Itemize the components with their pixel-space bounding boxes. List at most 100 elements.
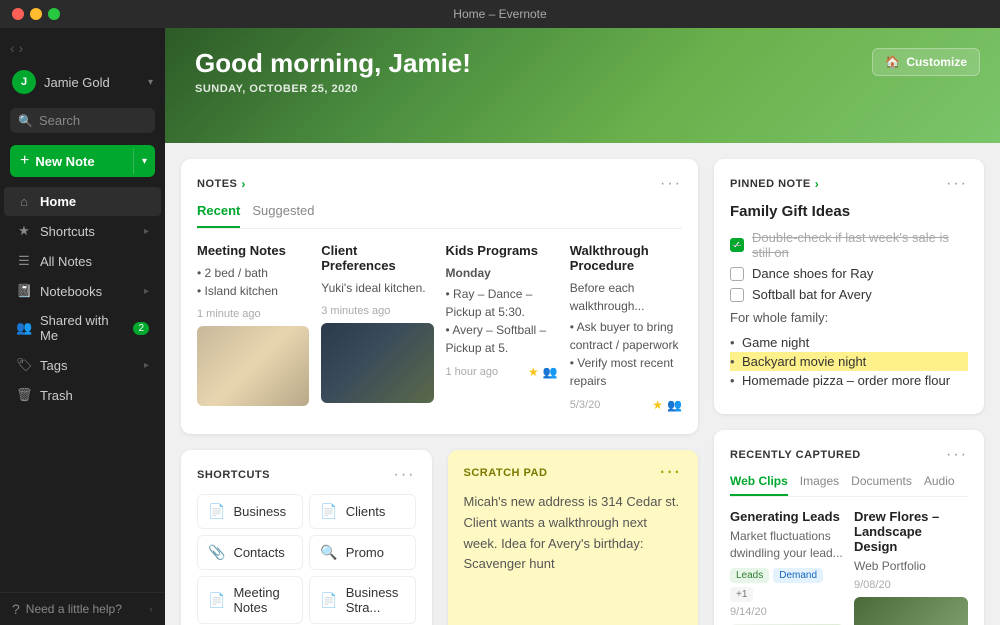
minimize-button[interactable] bbox=[30, 8, 42, 20]
rc-item-leads[interactable]: Generating Leads Market fluctuations dwi… bbox=[730, 509, 844, 625]
content-area: NOTES › ··· Recent Suggested Meeting Not… bbox=[165, 143, 1000, 625]
forward-arrow[interactable]: › bbox=[19, 40, 24, 56]
checkbox-item-2[interactable]: Softball bat for Avery bbox=[730, 287, 968, 302]
user-row[interactable]: J Jamie Gold ▾ bbox=[0, 64, 165, 100]
pinned-note-title: PINNED NOTE › bbox=[730, 177, 819, 191]
shortcuts-menu-button[interactable]: ··· bbox=[394, 466, 416, 484]
search-icon: 🔍 bbox=[18, 114, 33, 128]
tab-recent[interactable]: Recent bbox=[197, 203, 240, 228]
rc-item-title-leads: Generating Leads bbox=[730, 509, 844, 524]
sidebar-item-home[interactable]: ⌂ Home bbox=[4, 187, 161, 216]
shortcuts-card-title: SHORTCUTS bbox=[197, 469, 270, 481]
bullet-item-2: Homemade pizza – order more flour bbox=[730, 371, 968, 390]
search-label: Search bbox=[39, 113, 80, 128]
checkbox-item-1[interactable]: Dance shoes for Ray bbox=[730, 266, 968, 281]
rc-item-title-landscape: Drew Flores – Landscape Design bbox=[854, 509, 968, 554]
search-box[interactable]: 🔍 Search bbox=[10, 108, 155, 133]
shortcut-icon-meeting: 📄 bbox=[208, 592, 225, 609]
star-icon: ★ bbox=[528, 365, 539, 379]
sidebar-label-all-notes: All Notes bbox=[40, 254, 92, 269]
sidebar-item-shortcuts[interactable]: ★ Shortcuts ▸ bbox=[4, 216, 161, 246]
tab-suggested[interactable]: Suggested bbox=[252, 203, 314, 228]
sidebar-label-notebooks: Notebooks bbox=[40, 284, 102, 299]
note-card-client[interactable]: Client Preferences Yuki's ideal kitchen.… bbox=[321, 243, 433, 418]
scratch-pad-card[interactable]: SCRATCH PAD ··· Micah's new address is 3… bbox=[448, 450, 699, 625]
star-icon-2: ★ bbox=[652, 398, 663, 412]
note-meta-walkthrough: 5/3/20 ★ 👥 bbox=[570, 398, 682, 412]
help-chevron-icon: ‹ bbox=[150, 604, 153, 615]
notebooks-arrow-icon: ▸ bbox=[144, 286, 149, 297]
sidebar-item-shared[interactable]: 👥 Shared with Me 2 bbox=[4, 306, 161, 350]
note-body-client: Yuki's ideal kitchen. bbox=[321, 279, 433, 297]
rc-tabs: Web Clips Images Documents Audio bbox=[730, 474, 968, 497]
username: Jamie Gold bbox=[44, 75, 140, 90]
checkbox-item-0[interactable]: ✓ Double-check if last week's sale is st… bbox=[730, 230, 968, 260]
shortcut-business-stra[interactable]: 📄 Business Stra... bbox=[309, 576, 415, 624]
new-note-dropdown-arrow[interactable]: ▾ bbox=[133, 149, 155, 174]
help-row[interactable]: ? Need a little help? ‹ bbox=[0, 592, 165, 625]
rc-image-plant bbox=[854, 597, 968, 625]
bullet-item-1: Backyard movie night bbox=[730, 352, 968, 371]
shortcut-icon-contacts: 📎 bbox=[208, 544, 225, 561]
note-body-meeting: • 2 bed / bath • Island kitchen bbox=[197, 264, 309, 300]
close-button[interactable] bbox=[12, 8, 24, 20]
sidebar-item-tags[interactable]: 🏷 Tags ▸ bbox=[4, 350, 161, 380]
shortcut-contacts[interactable]: 📎 Contacts bbox=[197, 535, 303, 570]
shortcut-icon-biz-stra: 📄 bbox=[320, 592, 337, 609]
note-icons-kids: ★ 👥 bbox=[528, 365, 558, 379]
rc-card-header: RECENTLY CAPTURED ··· bbox=[730, 446, 968, 464]
shortcut-business[interactable]: 📄 Business bbox=[197, 494, 303, 529]
note-title-client: Client Preferences bbox=[321, 243, 433, 273]
rc-tab-documents[interactable]: Documents bbox=[851, 474, 912, 496]
rc-tab-webclips[interactable]: Web Clips bbox=[730, 474, 788, 496]
pinned-note-card: PINNED NOTE › ··· Family Gift Ideas ✓ Do… bbox=[714, 159, 984, 414]
checkbox-1 bbox=[730, 267, 744, 281]
nav-arrows: ‹ › bbox=[0, 36, 165, 64]
shortcuts-grid: 📄 Business 📄 Clients 📎 Contacts bbox=[197, 494, 416, 625]
note-card-walkthrough[interactable]: Walkthrough Procedure Before each walkth… bbox=[570, 243, 682, 418]
maximize-button[interactable] bbox=[48, 8, 60, 20]
sidebar-label-home: Home bbox=[40, 194, 76, 209]
note-image-living bbox=[197, 326, 309, 406]
sidebar-label-shortcuts: Shortcuts bbox=[40, 224, 95, 239]
scratch-pad-header: SCRATCH PAD ··· bbox=[464, 464, 683, 482]
shortcuts-arrow-icon: ▸ bbox=[144, 226, 149, 237]
date-text: SUNDAY, OCTOBER 25, 2020 bbox=[195, 83, 471, 95]
shortcut-promo[interactable]: 🔍 Promo bbox=[309, 535, 415, 570]
notebooks-icon: 📓 bbox=[16, 283, 32, 299]
scratch-pad-menu-button[interactable]: ··· bbox=[660, 464, 682, 482]
notes-menu-button[interactable]: ··· bbox=[660, 175, 682, 193]
shortcut-clients[interactable]: 📄 Clients bbox=[309, 494, 415, 529]
rc-menu-button[interactable]: ··· bbox=[946, 446, 968, 464]
plus-icon: + bbox=[20, 152, 29, 170]
pinned-note-menu-button[interactable]: ··· bbox=[946, 175, 968, 193]
sidebar-item-all-notes[interactable]: ☰ All Notes bbox=[4, 246, 161, 276]
sidebar-item-trash[interactable]: 🗑 Trash bbox=[4, 380, 161, 410]
back-arrow[interactable]: ‹ bbox=[10, 40, 15, 56]
note-card-kids[interactable]: Kids Programs Monday • Ray – Dance – Pic… bbox=[446, 243, 558, 418]
help-icon: ? bbox=[12, 601, 20, 617]
traffic-lights bbox=[12, 8, 60, 20]
window-title: Home – Evernote bbox=[453, 7, 546, 21]
sidebar-label-trash: Trash bbox=[40, 388, 73, 403]
new-note-button[interactable]: + New Note ▾ bbox=[10, 145, 155, 177]
rc-tags-leads: Leads Demand +1 bbox=[730, 568, 844, 602]
main-content: Good morning, Jamie! SUNDAY, OCTOBER 25,… bbox=[165, 28, 1000, 625]
rc-item-landscape[interactable]: Drew Flores – Landscape Design Web Portf… bbox=[854, 509, 968, 625]
sidebar-item-notebooks[interactable]: 📓 Notebooks ▸ bbox=[4, 276, 161, 306]
hero-banner: Good morning, Jamie! SUNDAY, OCTOBER 25,… bbox=[165, 28, 1000, 143]
hero-text: Good morning, Jamie! SUNDAY, OCTOBER 25,… bbox=[195, 48, 471, 95]
customize-icon: 🏠 bbox=[885, 55, 900, 69]
customize-label: Customize bbox=[906, 55, 967, 69]
checkbox-2 bbox=[730, 288, 744, 302]
rc-tab-images[interactable]: Images bbox=[800, 474, 839, 496]
new-note-main: + New Note bbox=[10, 145, 133, 177]
title-bar: Home – Evernote bbox=[0, 0, 1000, 28]
note-card-meeting[interactable]: Meeting Notes • 2 bed / bath • Island ki… bbox=[197, 243, 309, 418]
shortcut-meeting-notes[interactable]: 📄 Meeting Notes bbox=[197, 576, 303, 624]
customize-button[interactable]: 🏠 Customize bbox=[872, 48, 980, 76]
rc-tag-leads: Leads bbox=[730, 568, 769, 583]
note-icons-walkthrough: ★ 👥 bbox=[652, 398, 682, 412]
bottom-row: SHORTCUTS ··· 📄 Business 📄 Clients bbox=[181, 450, 698, 625]
rc-tab-audio[interactable]: Audio bbox=[924, 474, 955, 496]
